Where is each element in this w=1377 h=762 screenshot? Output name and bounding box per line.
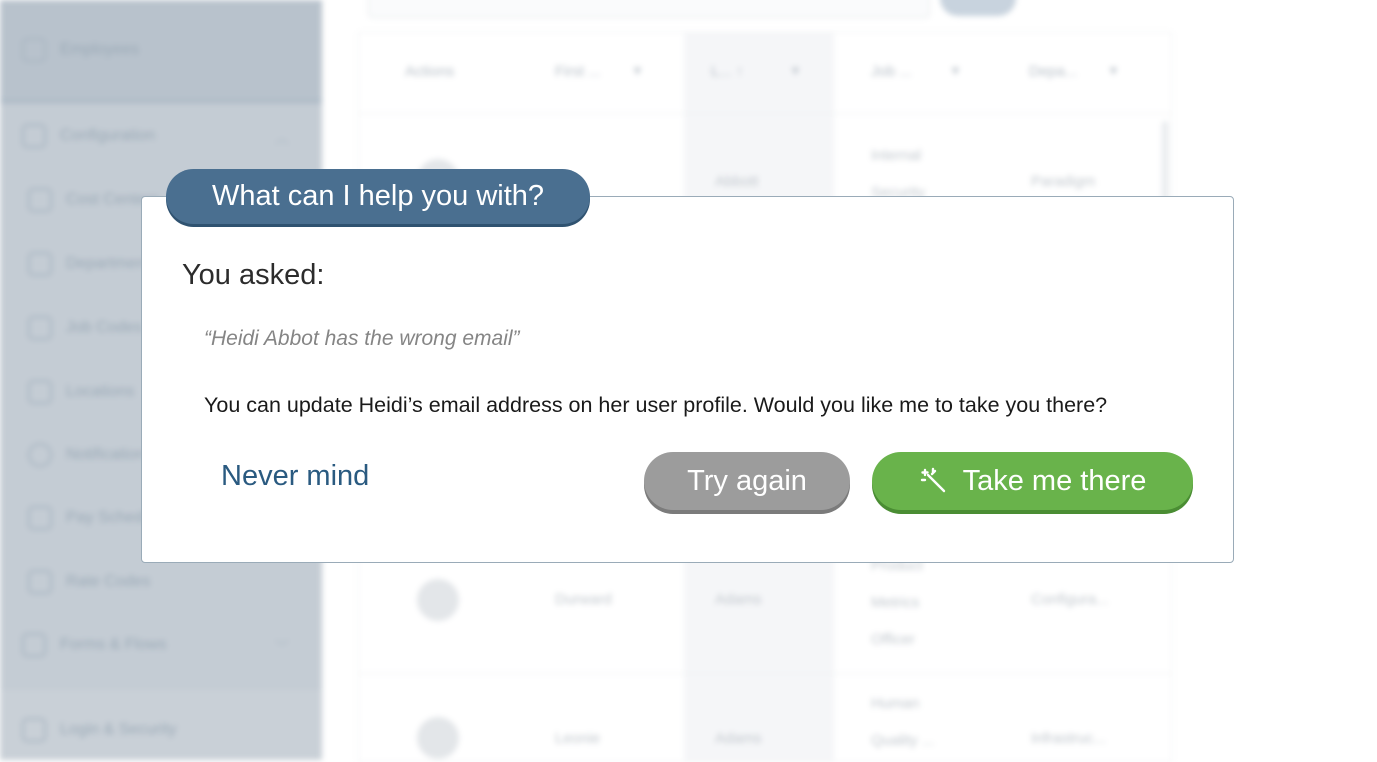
- filter-icon[interactable]: ▼: [631, 63, 644, 78]
- row-action-icon[interactable]: [417, 717, 459, 759]
- search-input[interactable]: [368, 0, 930, 18]
- filter-icon[interactable]: ▼: [789, 63, 802, 78]
- take-me-there-label: Take me there: [962, 464, 1147, 497]
- calendar-icon: [28, 506, 52, 530]
- sidebar-item-label: Configuration: [60, 127, 156, 144]
- location-icon: [28, 380, 52, 404]
- column-header-last-name[interactable]: L... ↑: [711, 63, 744, 80]
- chevron-down-icon[interactable]: ﹀: [275, 637, 289, 657]
- gear-icon: [22, 124, 46, 148]
- cell-department: Infrastruc...: [1031, 730, 1107, 747]
- sidebar-item-label: Forms & Flows: [60, 636, 167, 653]
- sidebar-item-locations[interactable]: Locations: [28, 380, 135, 404]
- cost-icon: [28, 188, 52, 212]
- chevron-up-icon[interactable]: ︿: [275, 128, 289, 148]
- lock-icon: [22, 718, 46, 742]
- dialog-title-tab: What can I help you with?: [166, 169, 590, 224]
- sidebar-item-label: Login & Security: [60, 721, 177, 738]
- row-divider: [359, 673, 1171, 674]
- assistant-answer: You can update Heidi’s email address on …: [204, 393, 1108, 417]
- cell-job: Human Quality ...: [871, 695, 935, 749]
- search-button[interactable]: [940, 0, 1016, 16]
- sidebar-item-login-security[interactable]: Login & Security: [22, 718, 177, 742]
- cell-last-name: Adams: [715, 730, 762, 747]
- cell-job: Product Metrics Officer: [871, 557, 923, 648]
- sidebar-item-configuration[interactable]: Configuration: [22, 124, 155, 148]
- filter-icon[interactable]: ▼: [949, 63, 962, 78]
- row-action-icon[interactable]: [417, 579, 459, 621]
- cell-first-name: Leonie: [555, 730, 601, 747]
- try-again-button[interactable]: Try again: [644, 452, 850, 510]
- cell-last-name: Adams: [715, 591, 762, 608]
- column-header-actions[interactable]: Actions: [405, 63, 454, 80]
- forms-icon: [22, 633, 46, 657]
- briefcase-icon: [28, 316, 52, 340]
- filter-icon[interactable]: ▼: [1107, 63, 1120, 78]
- you-asked-heading: You asked:: [182, 259, 325, 291]
- cell-department: Paradigm: [1031, 173, 1096, 190]
- sidebar-item-employees[interactable]: Employees: [22, 38, 139, 62]
- sidebar-item-label: Job Codes: [66, 319, 143, 336]
- column-header-first-name[interactable]: First ...: [555, 63, 601, 80]
- cell-department: Configura...: [1031, 591, 1109, 608]
- sidebar-item-forms-flows[interactable]: Forms & Flows: [22, 633, 167, 657]
- column-header-department[interactable]: Depa...: [1029, 63, 1077, 80]
- sidebar-item-label: Rate Codes: [66, 573, 151, 590]
- sidebar-item-rate-codes[interactable]: Rate Codes: [28, 570, 151, 594]
- sidebar-item-label: Locations: [66, 383, 135, 400]
- take-me-there-button[interactable]: Take me there: [872, 452, 1193, 510]
- row-divider: [359, 113, 1171, 114]
- building-icon: [28, 252, 52, 276]
- user-query: “Heidi Abbot has the wrong email”: [204, 327, 520, 350]
- cell-first-name: Durward: [555, 591, 612, 608]
- phone-icon: [28, 570, 52, 594]
- sidebar-item-notifications[interactable]: Notifications: [28, 443, 153, 467]
- sidebar-item-job-codes[interactable]: Job Codes: [28, 316, 143, 340]
- people-icon: [22, 38, 46, 62]
- sidebar-item-departments[interactable]: Departments: [28, 252, 158, 276]
- bell-icon: [28, 443, 52, 467]
- sidebar-item-cost-centers[interactable]: Cost Centers: [28, 188, 159, 212]
- never-mind-button[interactable]: Never mind: [221, 460, 369, 493]
- magic-wand-icon: [920, 467, 945, 493]
- cell-last-name: Abbott: [715, 173, 759, 190]
- column-header-job[interactable]: Job ...: [871, 63, 912, 80]
- sidebar-item-label: Employees: [60, 41, 140, 58]
